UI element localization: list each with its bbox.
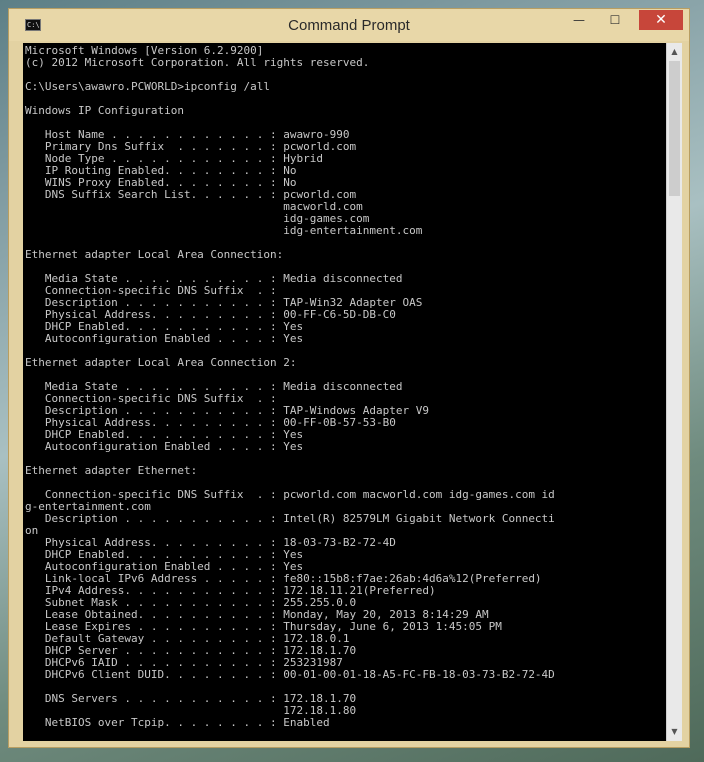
console-line: Description . . . . . . . . . . . : Inte… xyxy=(25,512,555,525)
scroll-down-arrow-icon[interactable]: ▼ xyxy=(667,725,682,739)
console-line: Autoconfiguration Enabled . . . . : Yes xyxy=(25,440,304,453)
scroll-up-arrow-icon[interactable]: ▲ xyxy=(667,45,682,59)
console-line: Windows IP Configuration xyxy=(25,104,184,117)
minimize-button[interactable]: — xyxy=(565,10,593,30)
console-line: Ethernet adapter Ethernet: xyxy=(25,464,198,477)
console-output[interactable]: Microsoft Windows [Version 6.2.9200] (c)… xyxy=(23,43,666,741)
vertical-scrollbar[interactable]: ▲ ▼ xyxy=(666,43,682,741)
console-line: DHCPv6 Client DUID. . . . . . . . : 00-0… xyxy=(25,668,555,681)
close-button[interactable]: ✕ xyxy=(639,10,683,30)
console-line: Ethernet adapter Local Area Connection: xyxy=(25,248,284,261)
command-prompt-window: C:\ Command Prompt — ☐ ✕ Microsoft Windo… xyxy=(8,8,690,748)
console-line: idg-entertainment.com xyxy=(25,224,423,237)
title-bar[interactable]: C:\ Command Prompt — ☐ ✕ xyxy=(9,9,689,41)
console-line: Autoconfiguration Enabled . . . . : Yes xyxy=(25,332,304,345)
scroll-thumb[interactable] xyxy=(669,61,680,196)
console-line: NetBIOS over Tcpip. . . . . . . . : Enab… xyxy=(25,716,330,729)
console-line: C:\Users\awawro.PCWORLD>ipconfig /all xyxy=(25,80,271,93)
console-line: Ethernet adapter Local Area Connection 2… xyxy=(25,356,297,369)
maximize-button[interactable]: ☐ xyxy=(601,10,629,30)
console-line: (c) 2012 Microsoft Corporation. All righ… xyxy=(25,56,370,69)
console-text: Microsoft Windows [Version 6.2.9200] (c)… xyxy=(23,43,666,729)
